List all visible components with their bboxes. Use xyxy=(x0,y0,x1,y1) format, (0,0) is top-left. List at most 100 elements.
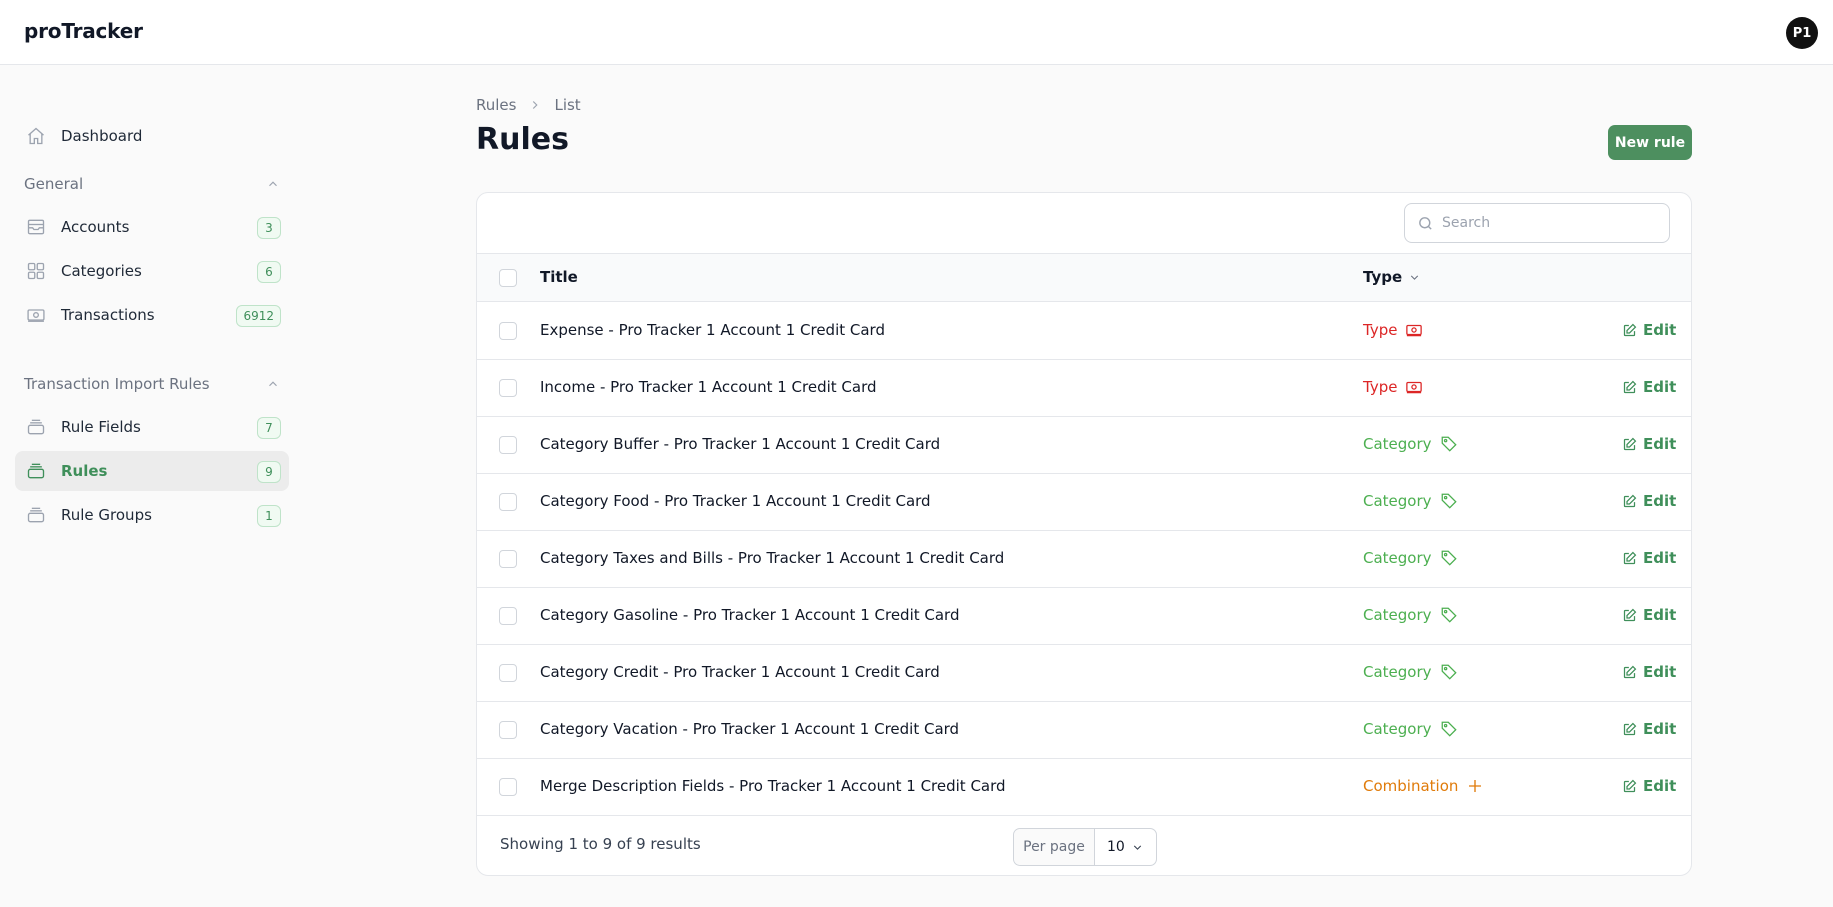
per-page-value: 10 xyxy=(1107,839,1125,855)
user-avatar[interactable]: P1 xyxy=(1786,17,1818,49)
chevron-up-icon xyxy=(266,177,280,191)
sidebar-item-label: Rule Fields xyxy=(61,418,141,436)
tag-icon xyxy=(1440,492,1458,510)
sidebar-group-title: Transaction Import Rules xyxy=(24,375,210,393)
home-icon xyxy=(25,125,47,147)
rule-type: Category xyxy=(1363,720,1458,738)
sidebar-group-transaction-import-rules[interactable]: Transaction Import Rules xyxy=(24,373,280,395)
per-page-select[interactable]: Per page 10 xyxy=(1013,828,1157,866)
rule-type-label: Category xyxy=(1363,720,1432,738)
sidebar-item-rule-groups[interactable]: Rule Groups 1 xyxy=(15,495,289,535)
edit-icon xyxy=(1622,494,1637,509)
edit-icon xyxy=(1622,323,1637,338)
sidebar-item-categories[interactable]: Categories 6 xyxy=(15,251,289,291)
brand-logo[interactable]: proTracker xyxy=(24,19,143,43)
row-checkbox[interactable] xyxy=(499,379,517,397)
stack-icon xyxy=(25,416,47,438)
row-checkbox[interactable] xyxy=(499,607,517,625)
rule-type: Category xyxy=(1363,606,1458,624)
edit-button[interactable]: Edit xyxy=(1622,720,1676,738)
rule-type-label: Type xyxy=(1363,321,1398,339)
sidebar-item-label: Transactions xyxy=(61,306,155,324)
rule-title[interactable]: Merge Description Fields - Pro Tracker 1… xyxy=(540,777,1006,795)
stack-icon xyxy=(25,504,47,526)
row-checkbox[interactable] xyxy=(499,436,517,454)
rule-title[interactable]: Income - Pro Tracker 1 Account 1 Credit … xyxy=(540,378,877,396)
rule-title[interactable]: Category Food - Pro Tracker 1 Account 1 … xyxy=(540,492,931,510)
table-row: Category Gasoline - Pro Tracker 1 Accoun… xyxy=(477,588,1691,645)
sidebar-group-general[interactable]: General xyxy=(24,173,280,195)
sidebar-item-rule-fields[interactable]: Rule Fields 7 xyxy=(15,407,289,447)
row-checkbox[interactable] xyxy=(499,664,517,682)
table-row: Merge Description Fields - Pro Tracker 1… xyxy=(477,759,1691,816)
count-badge: 1 xyxy=(257,505,281,527)
banknote-icon xyxy=(1405,378,1423,396)
edit-icon xyxy=(1622,665,1637,680)
new-rule-button[interactable]: New rule xyxy=(1608,125,1692,160)
sidebar-item-rules[interactable]: Rules 9 xyxy=(15,451,289,491)
rule-title[interactable]: Category Vacation - Pro Tracker 1 Accoun… xyxy=(540,720,959,738)
rule-type-label: Category xyxy=(1363,549,1432,567)
rule-title[interactable]: Category Taxes and Bills - Pro Tracker 1… xyxy=(540,549,1004,567)
banknote-icon xyxy=(25,304,47,326)
edit-button[interactable]: Edit xyxy=(1622,321,1676,339)
table-header: Title Type xyxy=(477,253,1691,302)
select-all-checkbox[interactable] xyxy=(499,269,517,287)
column-header-type[interactable]: Type xyxy=(1363,268,1421,286)
search-box[interactable] xyxy=(1404,203,1670,243)
rule-title[interactable]: Expense - Pro Tracker 1 Account 1 Credit… xyxy=(540,321,885,339)
edit-label: Edit xyxy=(1643,321,1677,339)
sidebar-item-dashboard[interactable]: Dashboard xyxy=(15,116,289,156)
count-badge: 7 xyxy=(257,417,281,439)
tag-icon xyxy=(1440,720,1458,738)
rule-type: Category xyxy=(1363,492,1458,510)
sidebar-item-transactions[interactable]: Transactions 6912 xyxy=(15,295,289,335)
sidebar-item-accounts[interactable]: Accounts 3 xyxy=(15,207,289,247)
plus-icon xyxy=(1466,777,1484,795)
table-row: Category Buffer - Pro Tracker 1 Account … xyxy=(477,417,1691,474)
row-checkbox[interactable] xyxy=(499,493,517,511)
stack-icon xyxy=(25,460,47,482)
edit-button[interactable]: Edit xyxy=(1622,549,1676,567)
edit-button[interactable]: Edit xyxy=(1622,492,1676,510)
edit-icon xyxy=(1622,722,1637,737)
sidebar-item-label: Categories xyxy=(61,262,142,280)
rule-type-label: Category xyxy=(1363,606,1432,624)
row-checkbox[interactable] xyxy=(499,550,517,568)
sidebar-item-label: Accounts xyxy=(61,218,130,236)
edit-label: Edit xyxy=(1643,663,1677,681)
count-badge: 3 xyxy=(257,217,281,239)
count-badge: 9 xyxy=(257,461,281,483)
edit-button[interactable]: Edit xyxy=(1622,663,1676,681)
count-badge: 6912 xyxy=(236,305,281,327)
rules-table-card: Title Type Expense - Pro Tracker 1 Accou… xyxy=(476,192,1692,876)
search-icon xyxy=(1417,215,1434,232)
table-row: Category Taxes and Bills - Pro Tracker 1… xyxy=(477,531,1691,588)
edit-label: Edit xyxy=(1643,378,1677,396)
rule-type-label: Category xyxy=(1363,435,1432,453)
rule-type: Category xyxy=(1363,549,1458,567)
edit-icon xyxy=(1622,380,1637,395)
row-checkbox[interactable] xyxy=(499,778,517,796)
chevron-up-icon xyxy=(266,377,280,391)
breadcrumb-item-list: List xyxy=(554,96,581,114)
rule-title[interactable]: Category Gasoline - Pro Tracker 1 Accoun… xyxy=(540,606,959,624)
rule-title[interactable]: Category Buffer - Pro Tracker 1 Account … xyxy=(540,435,940,453)
edit-button[interactable]: Edit xyxy=(1622,378,1676,396)
edit-button[interactable]: Edit xyxy=(1622,435,1676,453)
row-checkbox[interactable] xyxy=(499,721,517,739)
table-row: Expense - Pro Tracker 1 Account 1 Credit… xyxy=(477,303,1691,360)
chevron-down-icon xyxy=(1408,271,1421,284)
sidebar-item-label: Dashboard xyxy=(61,127,143,145)
breadcrumb-item-rules[interactable]: Rules xyxy=(476,96,516,114)
row-checkbox[interactable] xyxy=(499,322,517,340)
edit-button[interactable]: Edit xyxy=(1622,606,1676,624)
edit-button[interactable]: Edit xyxy=(1622,777,1676,795)
page-title: Rules xyxy=(476,122,569,157)
rule-title[interactable]: Category Credit - Pro Tracker 1 Account … xyxy=(540,663,940,681)
per-page-dropdown[interactable]: 10 xyxy=(1095,829,1156,865)
rule-type: Type xyxy=(1363,378,1423,396)
rule-type-label: Type xyxy=(1363,378,1398,396)
search-input[interactable] xyxy=(1442,215,1652,231)
column-header-title: Title xyxy=(540,268,578,286)
